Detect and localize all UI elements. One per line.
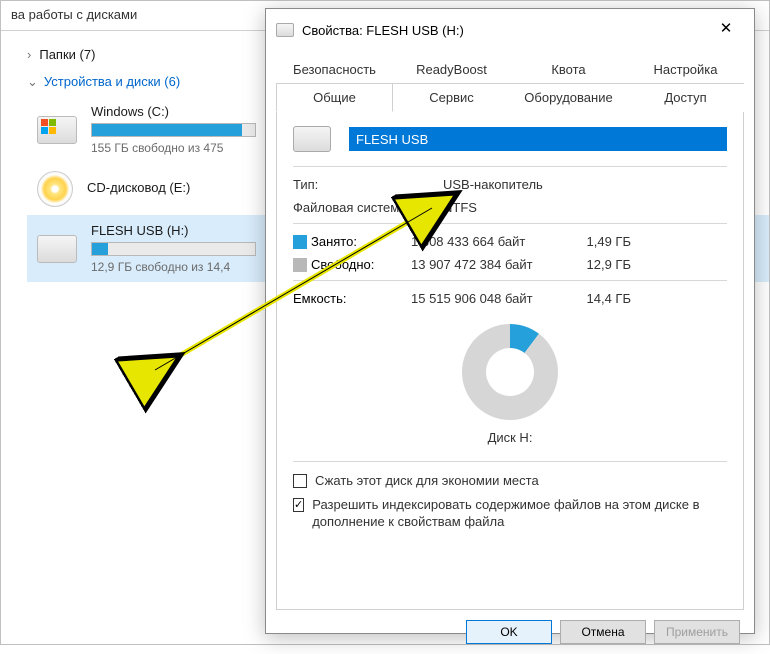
tab-general[interactable]: Общие [276,84,393,112]
capacity-label: Емкость: [293,291,411,306]
cd-icon [37,171,73,207]
tab-sharing[interactable]: Доступ [627,84,744,112]
cancel-button[interactable]: Отмена [560,620,646,644]
index-checkbox[interactable] [293,498,304,512]
drive-mini-icon [276,23,294,37]
tab-hardware[interactable]: Оборудование [510,84,627,112]
properties-dialog: Свойства: FLESH USB (H:) ✕ Безопасность … [265,8,755,634]
disk-label: Диск H: [293,430,727,445]
ok-button[interactable]: OK [466,620,552,644]
used-label: Занято: [311,234,411,249]
free-bytes: 13 907 472 384 байт [411,257,561,272]
drive-icon-large [293,126,331,152]
type-value: USB-накопитель [443,177,543,192]
drive-usage-bar [91,242,256,256]
index-label: Разрешить индексировать содержимое файло… [312,496,727,531]
filesystem-value: NTFS [443,200,477,215]
type-label: Тип: [293,177,443,192]
hdd-icon [37,116,77,144]
filesystem-label: Файловая система: [293,200,443,215]
usb-icon [37,235,77,263]
titlebar[interactable]: Свойства: FLESH USB (H:) ✕ [266,9,754,51]
volume-name-input[interactable] [349,127,727,151]
tab-bar: Безопасность ReadyBoost Квота Настройка … [276,55,744,112]
drive-usage-bar [91,123,256,137]
compress-label: Сжать этот диск для экономии места [315,472,539,490]
free-color-swatch [293,258,307,272]
used-gb: 1,49 ГБ [561,234,631,249]
tab-readyboost[interactable]: ReadyBoost [393,55,510,83]
used-color-swatch [293,235,307,249]
free-gb: 12,9 ГБ [561,257,631,272]
tab-general-content: Тип: USB-накопитель Файловая система: NT… [276,112,744,610]
tab-customize[interactable]: Настройка [627,55,744,83]
tab-quota[interactable]: Квота [510,55,627,83]
close-button[interactable]: ✕ [708,17,744,43]
free-label: Свободно: [311,257,411,272]
tab-tools[interactable]: Сервис [393,84,510,112]
used-bytes: 1 608 433 664 байт [411,234,561,249]
tab-security[interactable]: Безопасность [276,55,393,83]
dialog-title: Свойства: FLESH USB (H:) [302,23,700,38]
apply-button[interactable]: Применить [654,620,740,644]
capacity-gb: 14,4 ГБ [561,291,631,306]
usage-pie-chart [462,324,558,420]
compress-checkbox[interactable] [293,474,307,488]
capacity-bytes: 15 515 906 048 байт [411,291,561,306]
